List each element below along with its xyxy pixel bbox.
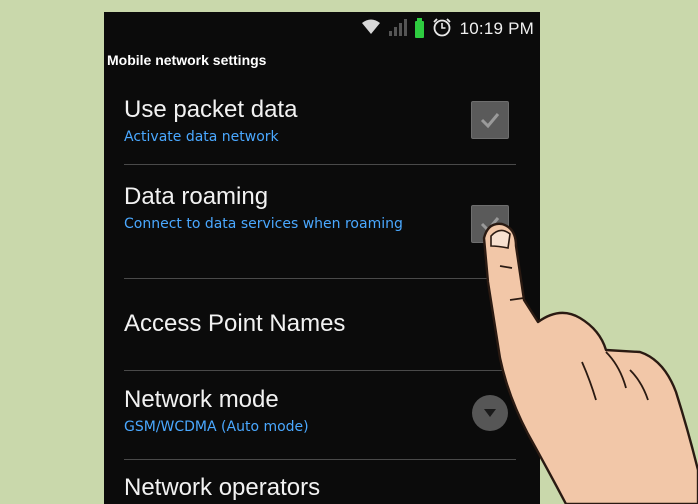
divider bbox=[124, 459, 516, 460]
status-icons: 10:19 PM bbox=[361, 17, 534, 41]
setting-subtitle: Activate data network bbox=[124, 129, 279, 145]
network-mode-dropdown[interactable] bbox=[472, 395, 508, 431]
setting-title: Data roaming bbox=[124, 183, 269, 210]
setting-data-roaming[interactable]: Data roaming Connect to data services wh… bbox=[124, 183, 414, 233]
wifi-icon bbox=[361, 19, 381, 39]
setting-subtitle: GSM/WCDMA (Auto mode) bbox=[124, 419, 309, 435]
setting-title: Use packet data bbox=[124, 96, 298, 123]
setting-title: Network mode bbox=[124, 386, 279, 413]
packet-data-checkbox[interactable] bbox=[471, 101, 509, 139]
setting-access-point-names[interactable]: Access Point Names bbox=[124, 310, 520, 338]
status-time: 10:19 PM bbox=[459, 19, 534, 38]
battery-icon bbox=[414, 17, 424, 38]
setting-network-operators[interactable]: Network operators bbox=[124, 474, 520, 502]
phone-screen: 10:19 PM Mobile network settings Use pac… bbox=[104, 12, 540, 504]
setting-network-mode[interactable]: Network mode GSM/WCDMA (Auto mode) bbox=[124, 386, 520, 436]
divider bbox=[124, 164, 516, 165]
page-title: Mobile network settings bbox=[107, 52, 267, 68]
status-bar: 10:19 PM bbox=[104, 12, 540, 44]
setting-title: Access Point Names bbox=[124, 310, 346, 337]
setting-title: Network operators bbox=[124, 474, 321, 501]
signal-icon bbox=[388, 18, 407, 40]
checkmark-icon bbox=[480, 113, 500, 129]
alarm-icon bbox=[432, 17, 452, 41]
setting-subtitle: Connect to data services when roaming bbox=[124, 216, 403, 232]
setting-use-packet-data[interactable]: Use packet data Activate data network bbox=[124, 96, 520, 146]
data-roaming-checkbox[interactable] bbox=[471, 205, 509, 243]
divider bbox=[124, 370, 516, 371]
divider bbox=[124, 278, 516, 279]
checkmark-icon bbox=[480, 217, 500, 233]
chevron-down-icon bbox=[484, 409, 496, 417]
